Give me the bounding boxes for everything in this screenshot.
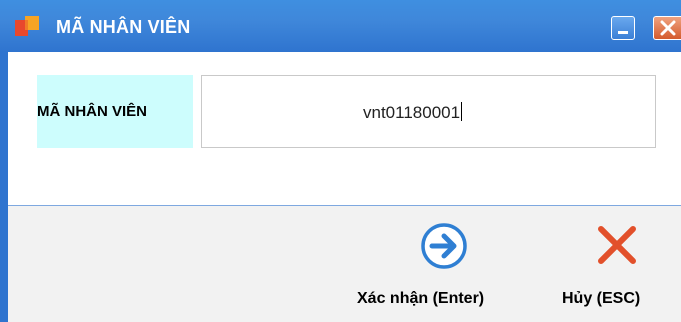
app-logo-icon [15, 16, 39, 36]
x-cross-icon [598, 226, 636, 264]
text-caret [461, 102, 463, 121]
confirm-label: Xác nhận (Enter) [357, 290, 485, 307]
title-bar[interactable]: MÃ NHÂN VIÊN [0, 0, 681, 52]
window-frame-left [0, 52, 8, 322]
employee-code-label: MÃ NHÂN VIÊN [37, 103, 148, 120]
employee-code-label-box: MÃ NHÂN VIÊN [37, 75, 193, 148]
confirm-button[interactable]: Xác nhận (Enter) [357, 222, 547, 312]
minimize-icon [618, 31, 628, 34]
close-window-button[interactable] [653, 16, 681, 40]
window-title: MÃ NHÂN VIÊN [56, 17, 191, 37]
arrow-right-circle-icon [421, 223, 467, 269]
employee-code-dialog: MÃ NHÂN VIÊN MÃ NHÂN VIÊN vnt01180001 Xá… [0, 0, 681, 322]
employee-code-input[interactable]: vnt01180001 [201, 75, 656, 148]
minimize-button[interactable] [611, 16, 635, 40]
cancel-label: Hủy (ESC) [562, 290, 641, 307]
cancel-button[interactable]: Hủy (ESC) [562, 222, 677, 312]
close-icon [660, 20, 676, 36]
employee-code-value: vnt01180001 [363, 103, 461, 122]
